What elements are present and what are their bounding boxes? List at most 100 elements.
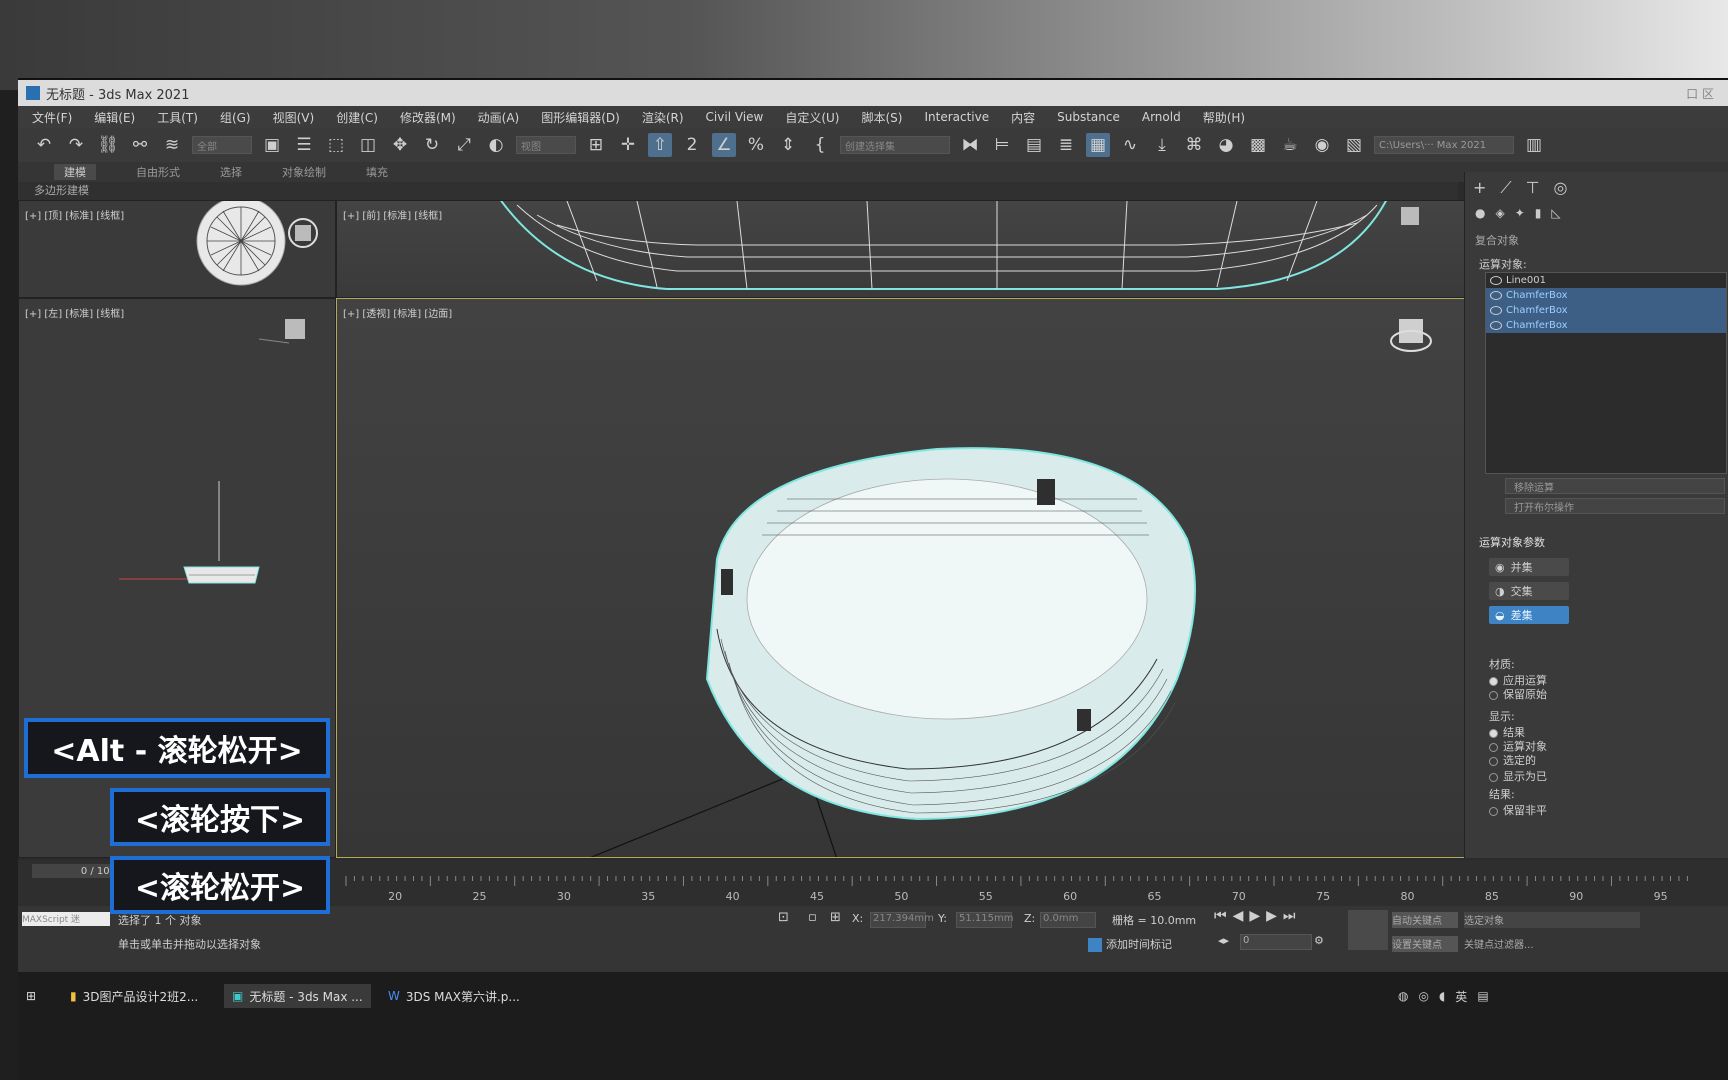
eye-icon[interactable] [1490,291,1502,300]
list-item[interactable]: Line001 [1486,273,1726,288]
scale-icon[interactable]: ⤢ [452,133,476,157]
select-by-name-icon[interactable]: ☰ [292,133,316,157]
undo-icon[interactable]: ↶ [32,133,56,157]
pivot-center-icon[interactable]: ⊞ [584,133,608,157]
start-icon[interactable]: ⊞ [26,984,36,1008]
add-time-tag[interactable]: 添加时间标记 [1088,936,1172,952]
menu-create[interactable]: 创建(C) [336,109,378,126]
viewport-top[interactable]: [+] [顶] [标准] [线框] [18,200,336,298]
y-coord-field[interactable]: 51.115mm [956,912,1013,928]
time-slider-counter[interactable]: 0 / 100 [32,864,122,878]
subtract-button[interactable]: ◒ 差集 [1489,606,1569,624]
cameras-icon[interactable]: ▮ [1535,206,1542,220]
menu-help[interactable]: 帮助(H) [1203,109,1245,126]
menu-content[interactable]: 内容 [1011,109,1035,126]
open-boolean-button[interactable]: 打开布尔操作 [1505,498,1725,514]
tab-populate[interactable]: 填充 [366,164,388,180]
menu-rendering[interactable]: 渲染(R) [642,109,684,126]
menu-substance[interactable]: Substance [1057,110,1120,124]
key-filters-button[interactable]: 关键点过滤器... [1464,936,1534,951]
taskbar-item-3dsmax[interactable]: ▣ 无标题 - 3ds Max ... [224,984,371,1008]
list-item[interactable]: ChamferBox [1486,288,1726,303]
poly-modeling-label[interactable]: 多边形建模 [34,184,89,197]
rendered-frame-icon[interactable]: ☕ [1278,133,1302,157]
tab-modeling[interactable]: 建模 [54,164,96,180]
snaps-toggle-icon[interactable]: 2 [680,133,704,157]
playback-controls[interactable]: ⏮◀▶▶⏭ [1214,908,1302,924]
named-selection-dropdown[interactable]: 创建选择集 [840,136,950,154]
menu-tools[interactable]: 工具(T) [157,109,198,126]
viewport-front[interactable]: [+] [前] [标准] [线框] [336,200,1466,298]
menu-scripting[interactable]: 脚本(S) [861,109,902,126]
render-iterative-icon[interactable]: ▧ [1342,133,1366,157]
create-tab-icon[interactable]: + [1473,178,1486,198]
show-as-checkbox[interactable]: 显示为已 [1489,768,1547,784]
menu-file[interactable]: 文件(F) [32,109,72,126]
menu-animation[interactable]: 动画(A) [478,109,520,126]
taskbar-item-ppt[interactable]: W 3DS MAX第六讲.p... [388,984,520,1008]
tab-selection[interactable]: 选择 [220,164,242,180]
x-coord-field[interactable]: 217.394mm [870,912,934,928]
list-item[interactable]: ChamferBox [1486,318,1726,333]
operand-list[interactable]: Line001 ChamferBox ChamferBox ChamferBox [1485,272,1727,474]
set-key-button[interactable]: 设置关键点 [1392,936,1458,952]
ribbon-toggle-icon[interactable]: ▦ [1086,133,1110,157]
menu-modifiers[interactable]: 修改器(M) [400,109,456,126]
current-frame-field[interactable]: 0 [1240,934,1312,950]
placement-icon[interactable]: ◐ [484,133,508,157]
select-manipulate-icon[interactable]: ✛ [616,133,640,157]
modify-tab-icon[interactable]: ⟋ [1500,178,1511,198]
remove-operand-button[interactable]: 移除运算 [1505,478,1725,494]
move-icon[interactable]: ✥ [388,133,412,157]
notification-icon[interactable]: ▤ [1477,989,1488,1003]
motion-tab-icon[interactable]: ◎ [1554,178,1568,198]
dope-sheet-icon[interactable]: ⤓ [1150,133,1174,157]
rollout-title[interactable]: 运算对象参数 [1479,534,1545,550]
ref-coord-dropdown[interactable]: 视图 [516,136,576,154]
track-bar-ruler[interactable]: 20 25 30 35 40 45 50 55 60 65 70 75 80 85 90 95 [336,876,1728,906]
network-icon[interactable]: ◎ [1418,989,1428,1003]
tray-icon[interactable]: ◍ [1398,989,1408,1003]
system-tray[interactable]: ◍ ◎ ◖ 英 ▤ [1398,984,1489,1008]
eye-icon[interactable] [1490,276,1502,285]
union-button[interactable]: ◉ 并集 [1489,558,1569,576]
material-keep-radio[interactable]: 保留原始 [1489,686,1547,702]
menu-customize[interactable]: 自定义(U) [785,109,839,126]
window-controls[interactable]: 口 区 [1686,85,1714,102]
redo-icon[interactable]: ↷ [64,133,88,157]
material-editor-icon[interactable]: ◕ [1214,133,1238,157]
scene-explorer-icon[interactable]: ▤ [1022,133,1046,157]
rotate-icon[interactable]: ↻ [420,133,444,157]
render-production-icon[interactable]: ◉ [1310,133,1334,157]
intersect-button[interactable]: ◑ 交集 [1489,582,1569,600]
link-icon[interactable]: ⛓ [96,133,120,157]
viewport-perspective[interactable]: [+] [透视] [标准] [边面] [336,298,1466,858]
absolute-mode-icon[interactable]: ⊞ [830,910,841,925]
project-path-field[interactable]: C:\Users\··· Max 2021 [1374,136,1514,154]
keep-checkbox[interactable]: 保留非平 [1489,802,1547,818]
align-icon[interactable]: ⊨ [990,133,1014,157]
isolate-icon[interactable]: ⊡ [778,910,789,925]
schematic-view-icon[interactable]: ⌘ [1182,133,1206,157]
key-selection-dropdown[interactable]: 选定对象 [1464,912,1640,928]
selection-filter-dropdown[interactable]: 全部 [192,136,252,154]
spinner-snap-icon[interactable]: ⇕ [776,133,800,157]
menu-group[interactable]: 组(G) [220,109,251,126]
list-item[interactable]: ChamferBox [1486,303,1726,318]
tab-object-paint[interactable]: 对象绘制 [282,164,326,180]
eye-icon[interactable] [1490,321,1502,330]
layer-explorer-icon[interactable]: ≣ [1054,133,1078,157]
menu-views[interactable]: 视图(V) [273,109,315,126]
keyboard-shortcut-override-icon[interactable]: ⇧ [648,133,672,157]
angle-snap-icon[interactable]: ∠ [712,133,736,157]
tab-freeform[interactable]: 自由形式 [136,164,180,180]
edit-named-selection-icon[interactable]: { [808,133,832,157]
selection-lock-icon[interactable]: ▫ [808,910,817,925]
time-settings-icon[interactable]: ⚙ [1314,934,1324,947]
volume-icon[interactable]: ◖ [1439,989,1445,1003]
percent-snap-icon[interactable]: % [744,133,768,157]
select-object-icon[interactable]: ▣ [260,133,284,157]
auto-key-button[interactable]: 自动关键点 [1392,912,1458,928]
rect-region-icon[interactable]: ⬚ [324,133,348,157]
menu-edit[interactable]: 编辑(E) [94,109,135,126]
